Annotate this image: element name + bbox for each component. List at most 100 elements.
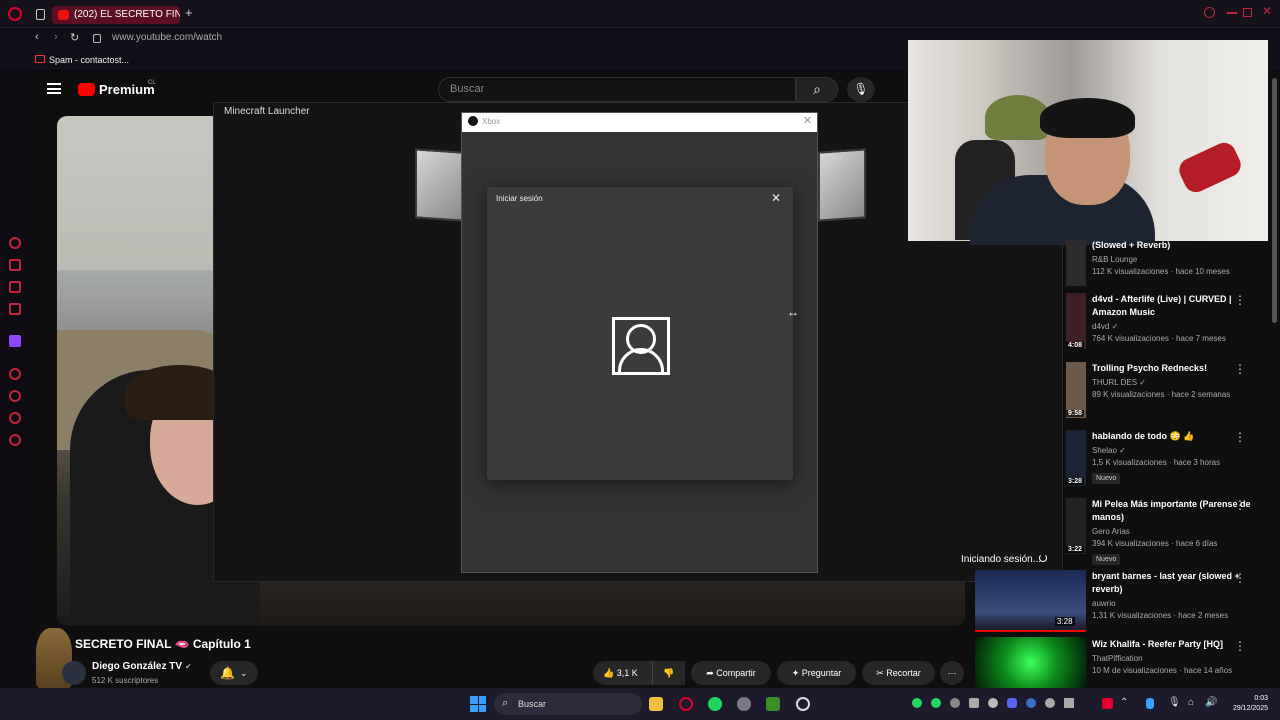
clip-label: Recortar (886, 668, 921, 678)
tray-app-icon[interactable] (988, 698, 998, 708)
list-item[interactable]: (Slowed + Reverb) R&B Lounge 112 K visua… (1092, 239, 1252, 276)
scrollbar[interactable] (1272, 78, 1277, 323)
minecraft-logo-left (415, 148, 463, 222)
channel-name[interactable]: Diego González TV (92, 661, 182, 672)
file-explorer-icon[interactable] (649, 697, 663, 711)
thumbnail[interactable] (1066, 240, 1086, 286)
youtube-icon (58, 10, 69, 20)
video-meta: 764 K visualizaciones · hace 7 meses (1092, 334, 1226, 343)
more-actions-button[interactable]: ⋯ (940, 661, 964, 685)
voice-search-button[interactable]: 🎙 (847, 77, 875, 102)
app-icon[interactable] (737, 697, 751, 711)
volume-icon[interactable]: 🔊 (1205, 697, 1217, 708)
share-icon: ➦ (706, 668, 714, 678)
search-button[interactable]: ⌕ (796, 77, 838, 102)
video-title: Wiz Khalifa - Reefer Party [HQ] (1092, 639, 1223, 649)
spotify-icon[interactable] (708, 697, 722, 711)
tray-app-icon[interactable] (1045, 698, 1055, 708)
windows-start-icon[interactable] (470, 696, 486, 712)
list-item[interactable]: d4vd - Afterlife (Live) | CURVED | Amazo… (1092, 293, 1252, 343)
back-icon[interactable]: ‹ (35, 31, 39, 43)
taskbar-clock[interactable]: 0:03 29/12/2025 (1228, 694, 1268, 714)
settings-icon[interactable] (9, 434, 21, 446)
verified-icon: ✔ (185, 662, 192, 671)
tray-app-icon[interactable] (969, 698, 979, 708)
tray-app-icon[interactable] (1064, 698, 1074, 708)
taskbar-search[interactable]: Buscar (494, 693, 642, 715)
youtube-premium-logo[interactable]: Premium (99, 82, 155, 97)
menu-icon[interactable] (47, 83, 61, 94)
search-input[interactable]: Buscar (438, 77, 796, 102)
bluetooth-icon[interactable] (1146, 698, 1154, 709)
clip-button[interactable]: ✂ Recortar (862, 661, 935, 685)
record-icon[interactable] (1102, 698, 1113, 709)
bookmark-spam[interactable]: Spam - contactost... (49, 50, 129, 70)
clock-date: 29/12/2025 (1232, 705, 1268, 712)
history-icon[interactable] (9, 390, 21, 402)
close-window-icon[interactable]: ✕ (1262, 4, 1272, 18)
signin-close-icon[interactable]: ✕ (771, 191, 781, 205)
reload-icon[interactable]: ↻ (70, 31, 79, 44)
share-button[interactable]: ➦ Compartir (691, 661, 771, 685)
forward-icon[interactable]: › (54, 31, 58, 43)
launcher-title: Minecraft Launcher (224, 106, 310, 117)
chevron-up-icon[interactable]: ⌃ (1120, 697, 1128, 708)
thumbnail[interactable] (975, 637, 1086, 688)
mic-icon[interactable]: 🎙 (1168, 697, 1181, 708)
more-options-icon[interactable]: ⋮ (1234, 572, 1246, 584)
more-options-icon[interactable]: ⋮ (1234, 640, 1246, 652)
bell-icon: 🔔 (220, 666, 235, 680)
minecraft-launcher-icon[interactable] (766, 697, 780, 711)
list-item[interactable]: hablando de todo 😳 👍 Shelao ✓ 1,5 K visu… (1092, 430, 1252, 485)
ask-button[interactable]: ✦ Preguntar (777, 661, 856, 685)
thumbnail[interactable] (1066, 293, 1086, 349)
minecraft-logo-right (818, 148, 866, 222)
new-tab-button[interactable]: + (185, 5, 193, 20)
tab-title: (202) EL SECRETO FINAL 🫦 (74, 9, 180, 20)
country-badge: CL (148, 80, 156, 86)
dislike-icon: 👎 (663, 668, 675, 678)
opera-logo-icon[interactable] (8, 7, 22, 21)
list-item[interactable]: Wiz Khalifa - Reefer Party [HQ] ThatPiff… (1092, 638, 1252, 675)
search-icon: ⌕ (502, 697, 509, 709)
extensions-icon[interactable] (9, 412, 21, 424)
tray-app-icon[interactable] (950, 698, 960, 708)
dislike-button[interactable]: 👎 (652, 661, 685, 685)
video-channel: Shelao ✓ (1092, 446, 1126, 455)
search-tabs-icon[interactable] (1204, 7, 1215, 18)
speed-dial-icon[interactable] (9, 237, 21, 249)
subscribe-bell-button[interactable]: 🔔 ⌄ (210, 661, 258, 685)
maximize-icon[interactable] (1243, 8, 1252, 17)
more-options-icon[interactable]: ⋮ (1234, 363, 1246, 375)
url-field[interactable]: www.youtube.com/watch (112, 32, 222, 43)
twitch-icon[interactable] (9, 335, 21, 347)
like-icon: 👍 (603, 668, 615, 678)
signin-title: Iniciar sesión (496, 194, 543, 203)
more-options-icon[interactable]: ⋮ (1234, 499, 1246, 511)
messenger-icon[interactable] (9, 281, 21, 293)
mic-icon: 🎙 (853, 82, 869, 96)
list-item[interactable]: bryant barnes - last year (slowed + reve… (1092, 570, 1252, 620)
video-channel: THURL DES ✓ (1092, 378, 1146, 387)
xbox-icon[interactable] (796, 697, 810, 711)
more-options-icon[interactable]: ⋮ (1234, 294, 1246, 306)
avatar[interactable] (62, 661, 86, 685)
list-item[interactable]: Mi Pelea Más importante (Parense de mano… (1092, 498, 1252, 566)
mail-icon[interactable] (9, 303, 21, 315)
discord-icon[interactable] (1007, 698, 1017, 708)
tray-app-icon[interactable] (931, 698, 941, 708)
tab-youtube[interactable]: (202) EL SECRETO FINAL 🫦 (52, 6, 180, 24)
player-icon[interactable] (9, 368, 21, 380)
list-item[interactable]: Trolling Psycho Rednecks! THURL DES ✓ 89… (1092, 362, 1252, 399)
tray-spotify-icon[interactable] (912, 698, 922, 708)
xbox-close-icon[interactable]: ✕ (803, 114, 812, 127)
opera-gx-icon[interactable] (679, 697, 693, 711)
network-icon[interactable]: ⌂ (1188, 697, 1194, 708)
youtube-logo-icon[interactable] (78, 83, 95, 96)
steam-icon[interactable] (1026, 698, 1036, 708)
minimize-icon[interactable] (1227, 12, 1237, 14)
more-options-icon[interactable]: ⋮ (1234, 431, 1246, 443)
news-icon[interactable] (9, 259, 21, 271)
workspace-icon[interactable] (36, 9, 45, 20)
browser-tab-bar: (202) EL SECRETO FINAL 🫦 + ✕ (0, 0, 1280, 28)
